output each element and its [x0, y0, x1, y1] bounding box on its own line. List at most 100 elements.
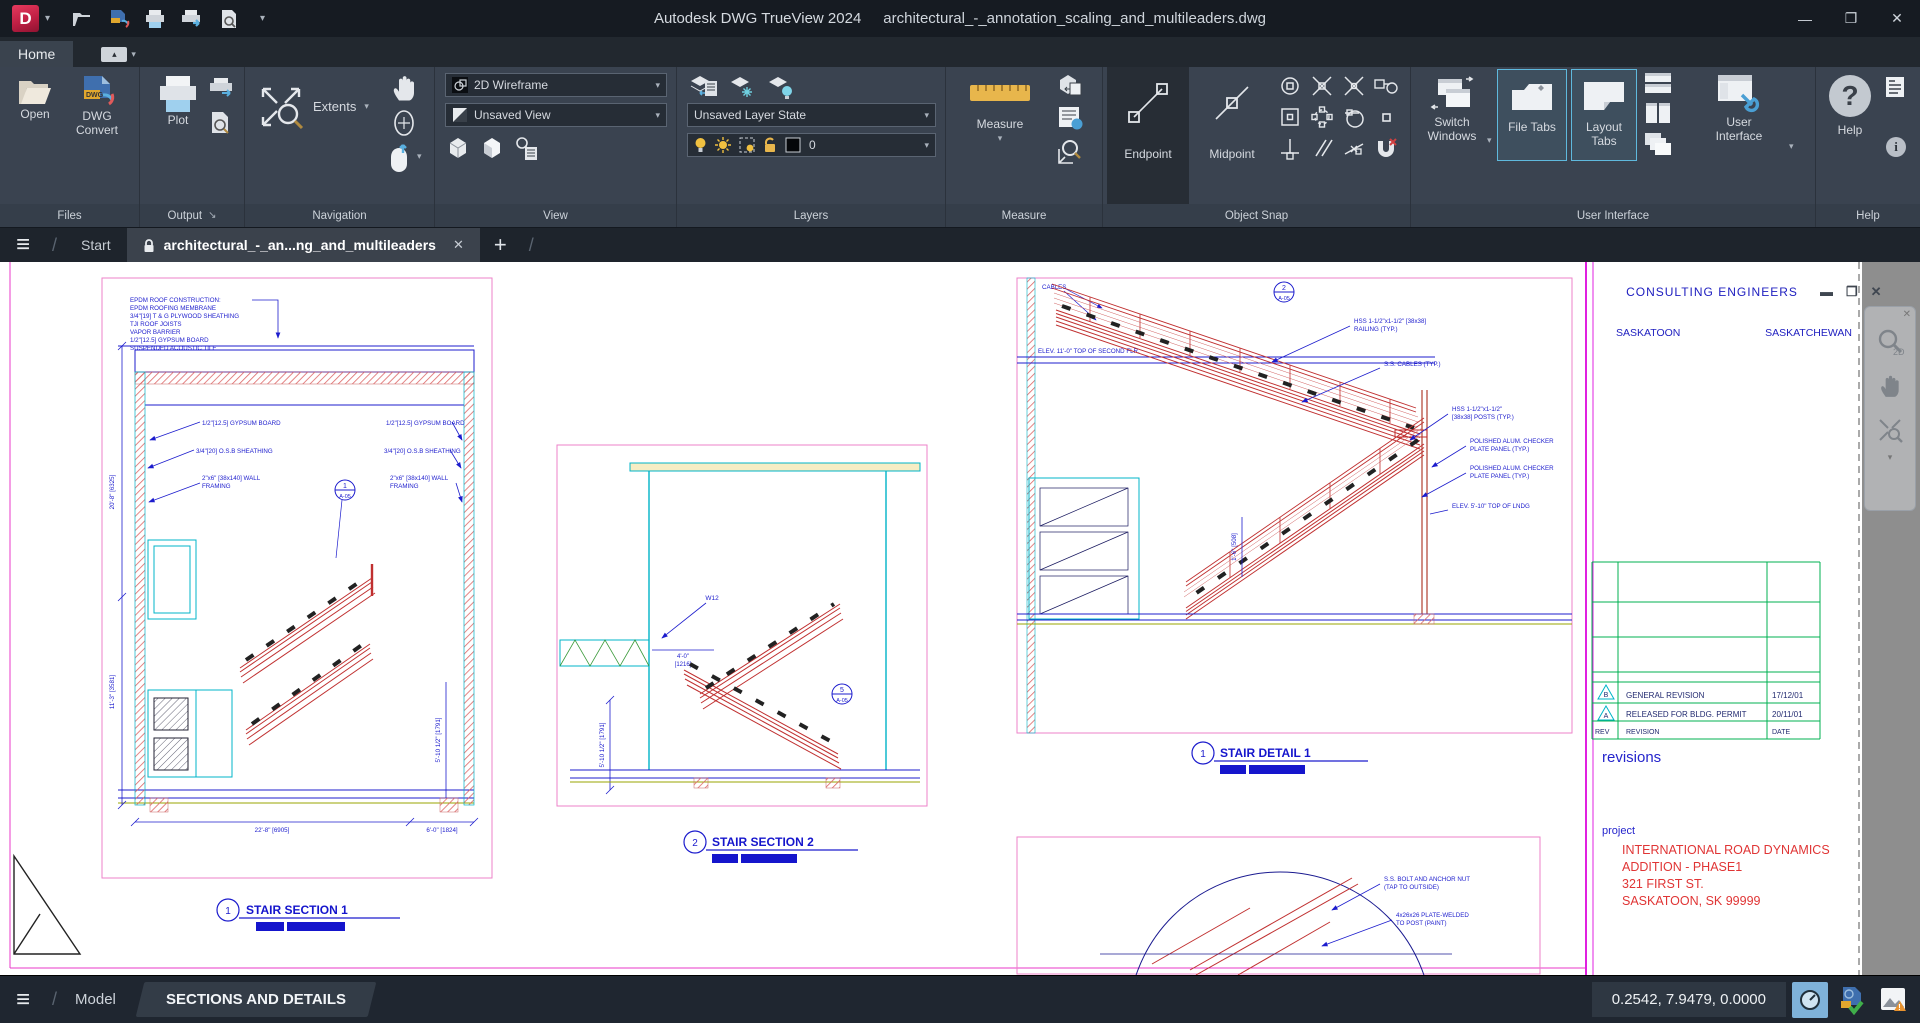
switch-windows-caret-icon[interactable]: ▾ [1487, 135, 1492, 146]
plot-preview-icon[interactable] [218, 9, 240, 29]
batch-plot-icon[interactable] [180, 9, 204, 29]
navigation-bar[interactable]: ✕ 2D ▾ [1864, 306, 1916, 511]
osnap-endpoint-button[interactable]: Endpoint [1107, 67, 1189, 204]
osnap-center-icon[interactable] [1275, 73, 1305, 99]
box-wireframe-icon[interactable] [445, 135, 471, 161]
svg-text:1'-6" [508]: 1'-6" [508] [1231, 533, 1238, 561]
zoom-realtime-icon[interactable] [1056, 137, 1086, 167]
tab-model[interactable]: Model [75, 991, 116, 1008]
tab-active-drawing[interactable]: architectural_-_an...ng_and_multileaders… [127, 228, 480, 262]
dwg-convert-icon[interactable] [108, 9, 130, 29]
cascade-icon[interactable] [1643, 131, 1673, 157]
app-logo-icon[interactable]: D [12, 5, 39, 32]
minimize-button[interactable]: — [1782, 0, 1828, 37]
tab-home[interactable]: Home [0, 41, 73, 67]
qat-overflow-icon[interactable]: ▾ [260, 13, 265, 24]
drawing-canvas[interactable]: EPDM ROOF CONSTRUCTION: EPDM ROOFING MEM… [0, 262, 1920, 975]
measure-button[interactable]: Measure ▾ [962, 77, 1038, 145]
file-tabs-toggle[interactable]: File Tabs [1497, 69, 1567, 161]
navbar-more-caret-icon[interactable]: ▾ [1888, 452, 1893, 463]
file-tab-menu-icon[interactable]: ≡ [16, 231, 30, 259]
osnap-extension-icon[interactable] [1371, 73, 1401, 99]
user-interface-caret-icon[interactable]: ▾ [1789, 141, 1794, 152]
layer-state-select[interactable]: Unsaved Layer State▾ [687, 103, 936, 127]
document-title: architectural_-_annotation_scaling_and_m… [883, 10, 1266, 27]
zoom-extents-button[interactable]: Extents▾ [313, 99, 369, 114]
osnap-quadrant-icon[interactable] [1307, 104, 1337, 130]
switch-windows-button[interactable]: SwitchWindows [1419, 75, 1485, 143]
osnap-apparent-intersection-icon[interactable] [1339, 73, 1369, 99]
tab-close-icon[interactable]: ✕ [453, 237, 464, 253]
info-icon[interactable]: i [1886, 137, 1906, 157]
tile-vertically-icon[interactable] [1643, 101, 1673, 125]
osnap-tangent-icon[interactable] [1339, 104, 1369, 130]
quick-properties-icon[interactable] [1056, 105, 1084, 131]
osnap-intersection-icon[interactable] [1307, 73, 1337, 99]
layer-sun-icon [715, 137, 731, 153]
orbit-icon[interactable] [389, 109, 419, 137]
osnap-perpendicular-icon[interactable] [1275, 135, 1305, 161]
new-tab-button[interactable]: + [494, 232, 507, 258]
layer-freeze-icon[interactable] [729, 73, 759, 99]
osnap-parallel-icon[interactable] [1307, 135, 1337, 161]
layout-menu-icon[interactable]: ≡ [16, 986, 30, 1014]
box-solid-icon[interactable] [479, 135, 505, 161]
navbar-close-icon[interactable]: ✕ [1903, 309, 1911, 320]
help-button[interactable]: ? Help [1826, 75, 1874, 137]
dwg-convert-button[interactable]: DWG DWGConvert [66, 75, 128, 137]
tab-start[interactable]: Start [65, 228, 127, 262]
named-view-select[interactable]: Unsaved View▾ [445, 103, 667, 127]
open-button[interactable]: Open [8, 75, 62, 121]
zoom-extents-icon[interactable] [255, 81, 307, 133]
named-view-caret-icon: ▾ [655, 110, 660, 121]
batch-plot-icon[interactable] [208, 77, 234, 99]
restore-button[interactable]: ❐ [1828, 0, 1874, 37]
plot-button[interactable]: Plot [152, 75, 204, 127]
view-manager-icon[interactable] [513, 135, 539, 161]
visual-style-select[interactable]: 2D Wireframe▾ [445, 73, 667, 97]
output-launcher-icon[interactable]: ↘ [208, 210, 216, 221]
doc-close-icon[interactable]: ✕ [1871, 284, 1882, 300]
user-interface-icon [1716, 73, 1762, 113]
dwg-check-icon[interactable] [1834, 982, 1870, 1018]
ucs-icon[interactable] [1056, 71, 1084, 99]
steering-wheel-icon[interactable] [385, 143, 413, 173]
isolate-objects-icon[interactable] [1792, 982, 1828, 1018]
app-menu-caret-icon[interactable]: ▾ [45, 13, 50, 24]
preview-icon[interactable] [208, 111, 232, 135]
wheel-caret-icon[interactable]: ▾ [417, 151, 422, 162]
layout-tabs-toggle[interactable]: LayoutTabs [1571, 69, 1637, 161]
layer-on-icon[interactable] [767, 73, 797, 99]
doc-minimize-icon[interactable]: ▬ [1820, 284, 1833, 300]
extents-caret-icon[interactable]: ▾ [364, 101, 369, 112]
tile-horizontally-icon[interactable] [1643, 71, 1673, 95]
whats-new-icon[interactable] [1882, 75, 1908, 99]
tab-layout-sections-and-details[interactable]: SECTIONS AND DETAILS [136, 982, 377, 1017]
close-button[interactable]: ✕ [1874, 0, 1920, 37]
open-icon[interactable] [72, 10, 94, 28]
plot-icon[interactable] [144, 9, 166, 29]
tab-separator-2: / [529, 235, 534, 256]
graphics-warning-icon[interactable]: ! [1876, 982, 1912, 1018]
plot-printer-icon [156, 75, 200, 113]
ribbon-collapse-icon[interactable]: ▴ [101, 47, 127, 62]
navbar-zoom-extents-icon[interactable] [1871, 408, 1909, 452]
osnap-nearest-icon[interactable] [1339, 135, 1369, 161]
osnap-off-icon[interactable] [1371, 135, 1401, 161]
ribbon-collapse-caret-icon[interactable]: ▾ [131, 49, 136, 60]
osnap-insertion-icon[interactable] [1371, 104, 1401, 130]
svg-text:5: 5 [840, 687, 844, 694]
pan-icon[interactable] [389, 73, 419, 103]
navbar-pan-icon[interactable] [1871, 364, 1909, 408]
osnap-midpoint-button[interactable]: Midpoint [1191, 67, 1273, 204]
svg-text:REV: REV [1595, 729, 1610, 736]
panel-label-layers: Layers [677, 204, 945, 227]
osnap-node-icon[interactable] [1275, 104, 1305, 130]
user-interface-button[interactable]: UserInterface [1691, 73, 1787, 143]
doc-restore-icon[interactable]: ❐ [1846, 284, 1858, 300]
svg-text:5'-10 1/2" [1791]: 5'-10 1/2" [1791] [435, 717, 442, 762]
layer-properties-icon[interactable] [689, 73, 719, 99]
layer-control[interactable]: 0▾ [687, 133, 936, 157]
svg-text:1: 1 [1200, 749, 1206, 760]
navbar-zoom-2d-icon[interactable]: 2D [1871, 320, 1909, 364]
